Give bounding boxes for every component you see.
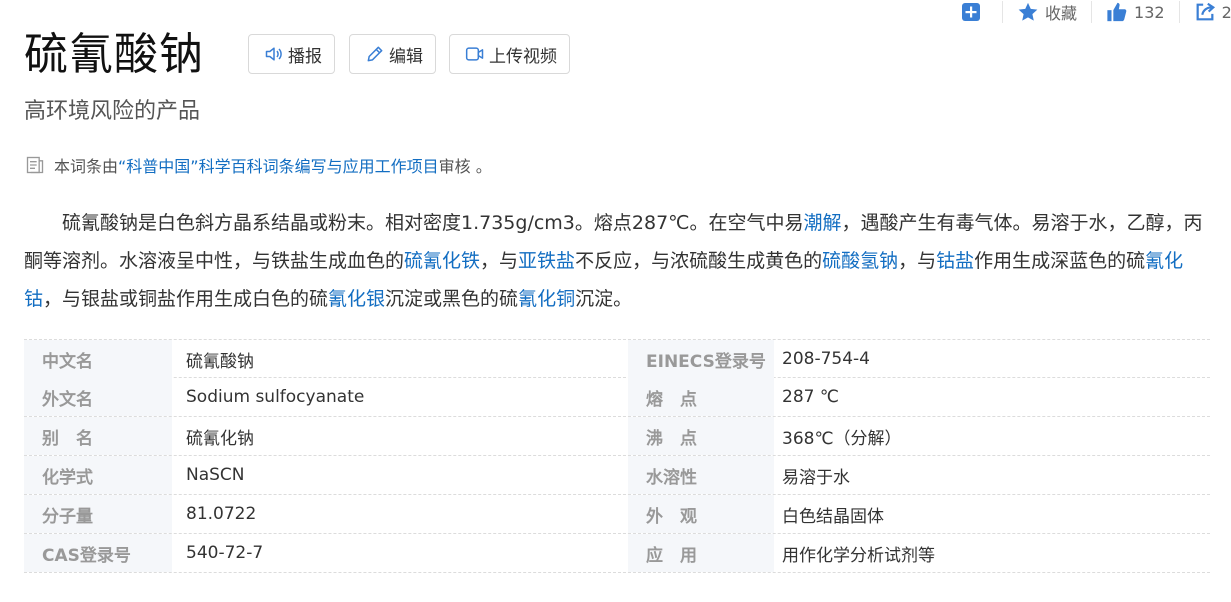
info-label: 沸 点 — [628, 417, 774, 455]
review-project-link[interactable]: “科普中国”科学百科词条编写与应用工作项目 — [118, 153, 439, 177]
article-toolbar: 收藏 132 20 — [960, 0, 1231, 24]
like-count: 132 — [1134, 2, 1165, 22]
edit-button[interactable]: 编辑 — [349, 34, 436, 74]
video-camera-icon — [464, 43, 486, 65]
notice-suffix: 审核 。 — [438, 157, 492, 176]
link-ferric-thiocyanate[interactable]: 硫氰化铁 — [404, 250, 480, 272]
link-ferrous-salt[interactable]: 亚铁盐 — [518, 250, 575, 272]
info-label: 分子量 — [24, 495, 172, 533]
info-value: 易溶于水 — [782, 467, 850, 488]
upload-video-button[interactable]: 上传视频 — [449, 34, 570, 74]
share-icon — [1194, 1, 1216, 23]
info-row: 中文名 硫氰酸钠 EINECS登录号 208-754-4 — [24, 339, 1210, 378]
summary-text: 沉淀或黑色的硫 — [385, 288, 519, 310]
summary-text: ，与 — [480, 250, 519, 272]
notice-prefix: 本词条由 — [54, 157, 119, 176]
speaker-icon — [263, 43, 285, 65]
collect-label: 收藏 — [1045, 4, 1078, 23]
summary-text: 不反应，与浓硫酸生成黄色的 — [575, 250, 823, 272]
toolbar-divider — [1178, 1, 1180, 23]
review-notice: 本词条由 “科普中国”科学百科词条编写与应用工作项目 审核 。 — [24, 152, 492, 178]
document-icon — [24, 154, 46, 176]
info-value: 用作化学分析试剂等 — [782, 545, 935, 566]
info-label: CAS登录号 — [24, 534, 172, 572]
info-row: 化学式 NaSCN 水溶性 易溶于水 — [24, 456, 1210, 495]
summary-paragraph: 硫氰酸钠是白色斜方晶系结晶或粉末。相对密度1.735g/cm3。熔点287℃。在… — [24, 204, 1210, 318]
info-value: Sodium sulfocyanate — [186, 387, 365, 407]
summary-text: 沉淀。 — [575, 288, 633, 310]
info-label: EINECS登录号 — [628, 340, 774, 378]
share-count: 20 — [1221, 2, 1231, 22]
play-audio-button[interactable]: 播报 — [248, 34, 335, 74]
info-value: 白色结晶固体 — [782, 506, 884, 527]
star-icon — [1017, 1, 1039, 23]
play-audio-label: 播报 — [288, 46, 322, 67]
toolbar-divider — [1002, 1, 1003, 23]
upload-video-label: 上传视频 — [489, 46, 557, 67]
info-label: 水溶性 — [628, 456, 774, 494]
info-value: 287 ℃ — [782, 387, 839, 407]
info-value: 81.0722 — [186, 504, 257, 524]
page-title: 硫氰酸钠 — [24, 29, 204, 80]
summary-text: ，与 — [898, 250, 937, 272]
plus-square-icon — [960, 1, 982, 23]
link-cobalt-salt[interactable]: 钴盐 — [936, 250, 974, 272]
collect-button[interactable]: 收藏 — [1017, 0, 1077, 24]
info-label: 别 名 — [24, 417, 172, 455]
info-label: 熔 点 — [628, 378, 774, 416]
edit-label: 编辑 — [389, 46, 423, 67]
info-row: 别 名 硫氰化钠 沸 点 368℃（分解） — [24, 417, 1210, 456]
info-value: 硫氰酸钠 — [186, 351, 254, 372]
info-label: 化学式 — [24, 456, 172, 494]
page-subtitle: 高环境风险的产品 — [24, 99, 201, 124]
link-deliquescence[interactable]: 潮解 — [804, 212, 842, 234]
like-button[interactable]: 132 — [1106, 0, 1165, 24]
toolbar-divider — [1091, 1, 1093, 23]
pencil-icon — [364, 43, 386, 65]
info-label: 外 观 — [628, 495, 774, 533]
add-button[interactable] — [960, 0, 988, 24]
summary-text: 作用生成深蓝色的硫 — [974, 250, 1146, 272]
info-label: 应 用 — [628, 534, 774, 572]
link-sodium-bisulfate[interactable]: 硫酸氢钠 — [822, 250, 898, 272]
info-label: 外文名 — [24, 378, 172, 416]
thumbs-up-icon — [1106, 1, 1128, 23]
summary-text: 硫氰酸钠是白色斜方晶系结晶或粉末。相对密度1.735g/cm3。熔点287℃。在… — [62, 212, 804, 234]
summary-text: ，与银盐或铜盐作用生成白色的硫 — [43, 288, 329, 310]
info-row: 外文名 Sodium sulfocyanate 熔 点 287 ℃ — [24, 378, 1210, 417]
share-button[interactable]: 20 — [1194, 0, 1231, 24]
basic-info-table: 中文名 硫氰酸钠 EINECS登录号 208-754-4 外文名 Sodium … — [24, 339, 1210, 573]
info-value: 208-754-4 — [782, 349, 870, 369]
info-value: 540-72-7 — [186, 543, 264, 563]
info-value: 硫氰化钠 — [186, 428, 254, 449]
link-silver-thiocyanate[interactable]: 氰化银 — [328, 288, 385, 310]
info-row: 分子量 81.0722 外 观 白色结晶固体 — [24, 495, 1210, 534]
info-value: NaSCN — [186, 465, 245, 485]
info-value: 368℃（分解） — [782, 428, 902, 449]
link-copper-thiocyanate[interactable]: 氰化铜 — [518, 288, 575, 310]
info-row: CAS登录号 540-72-7 应 用 用作化学分析试剂等 — [24, 534, 1210, 573]
info-label: 中文名 — [24, 340, 172, 378]
